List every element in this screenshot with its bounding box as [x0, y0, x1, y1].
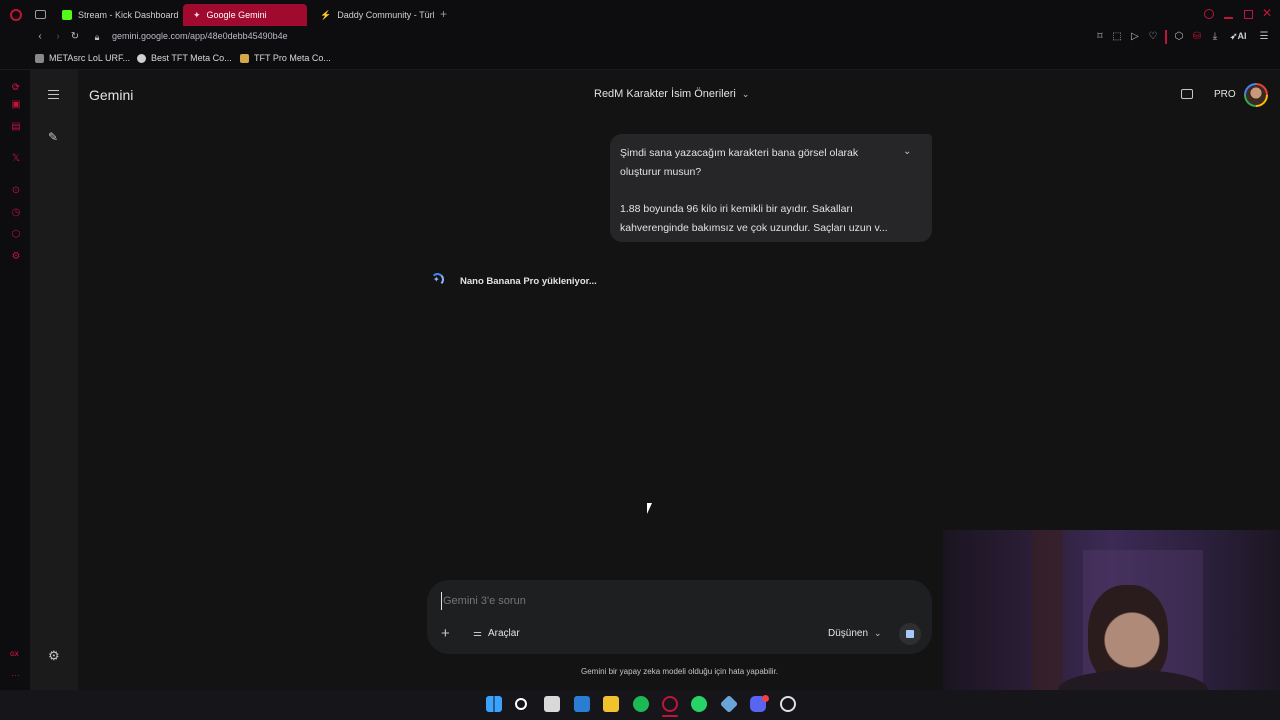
- tab-overview-icon[interactable]: [35, 10, 46, 19]
- gemini-star-icon: ✦: [433, 275, 440, 284]
- aria-ai-button[interactable]: ➶AI: [1230, 31, 1247, 42]
- reload-icon[interactable]: ↻: [69, 31, 81, 43]
- bookmark-label: TFT Pro Meta Co...: [254, 53, 331, 63]
- opera-sidebar: ⟳ ⌂ ▣ ▤ 𝕏 ⊙ ◷ ⬡ ⚙ GX ···: [0, 70, 30, 690]
- mode-selector[interactable]: Düşünen ⌄: [828, 628, 882, 639]
- user-message-line: kahverenginde bakımsız ve çok uzundur. S…: [620, 222, 888, 234]
- gemini-brand[interactable]: Gemini: [89, 87, 133, 103]
- settings-gear-icon[interactable]: ⚙: [48, 649, 60, 662]
- bookmark-best-tft[interactable]: Best TFT Meta Co...: [137, 53, 232, 63]
- pro-badge[interactable]: PRO: [1214, 89, 1236, 100]
- user-message-line: 1.88 boyunda 96 kilo iri kemikli bir ayı…: [620, 203, 853, 215]
- windows-start-icon[interactable]: [486, 696, 502, 712]
- tab-label: Google Gemini: [206, 10, 267, 20]
- tab-label: Stream - Kick Dashboard: [78, 10, 179, 20]
- gx-label[interactable]: GX: [10, 652, 19, 658]
- kick-favicon-icon: [62, 10, 72, 20]
- hamburger-menu-icon[interactable]: [48, 90, 59, 99]
- disclaimer-text: Gemini bir yapay zeka modeli olduğu için…: [581, 667, 778, 676]
- discord-notification-badge: [762, 695, 769, 702]
- tft-pro-favicon-icon: [240, 53, 249, 63]
- sidebar-settings-icon[interactable]: ⚙: [10, 251, 22, 263]
- stop-square-icon: [906, 630, 914, 638]
- user-message-bubble: Şimdi sana yazacağım karakteri bana görs…: [610, 134, 932, 242]
- extensions-icon[interactable]: ⬡: [1173, 31, 1185, 43]
- tab-daddy-community[interactable]: ⚡ Daddy Community - Türkiy: [310, 4, 434, 26]
- chat-title: RedM Karakter İsim Önerileri: [594, 88, 736, 100]
- close-icon[interactable]: ✕: [1262, 7, 1272, 19]
- spotify-icon[interactable]: [633, 696, 649, 712]
- forward-arrow-icon[interactable]: ›: [52, 31, 64, 43]
- community-favicon-icon: ⚡: [320, 9, 332, 20]
- maximize-icon[interactable]: [1244, 10, 1253, 19]
- bookmark-tft-pro[interactable]: TFT Pro Meta Co...: [240, 53, 331, 63]
- file-explorer-icon[interactable]: [603, 696, 619, 712]
- whatsapp-icon[interactable]: [691, 696, 707, 712]
- obs-icon[interactable]: [780, 696, 796, 712]
- tft-favicon-icon: [137, 53, 146, 63]
- active-app-indicator: [662, 715, 678, 717]
- sidebar-kick-icon[interactable]: ▤: [10, 121, 22, 133]
- taskbar-search-icon[interactable]: [515, 698, 527, 710]
- download-icon[interactable]: ⤓: [1209, 31, 1221, 43]
- bookmark-page-icon[interactable]: ⌑: [1094, 31, 1106, 43]
- menu-lines-icon[interactable]: ☰: [1258, 31, 1270, 43]
- gemini-left-rail: [30, 70, 78, 690]
- metasrc-favicon-icon: [35, 53, 44, 63]
- opera-logo-icon[interactable]: [10, 9, 22, 21]
- chevron-down-icon: ⌄: [874, 628, 882, 638]
- webcam-overlay: [943, 530, 1280, 690]
- loading-text: Nano Banana Pro yükleniyor...: [460, 276, 597, 287]
- heart-icon[interactable]: ♡: [1147, 31, 1159, 43]
- snapshot-icon[interactable]: ⬚: [1111, 31, 1123, 43]
- bookmark-label: Best TFT Meta Co...: [151, 53, 232, 63]
- tools-button[interactable]: ⚌ Araçlar: [473, 628, 520, 639]
- tools-sliders-icon: ⚌: [473, 628, 482, 639]
- new-tab-plus-icon[interactable]: +: [440, 8, 447, 20]
- chat-title-dropdown[interactable]: RedM Karakter İsim Önerileri ⌄: [594, 88, 749, 100]
- toolbar-divider: [1165, 30, 1167, 44]
- lock-icon: 🔒︎: [94, 32, 100, 42]
- new-chat-edit-icon[interactable]: ✎: [48, 131, 58, 143]
- player-icon[interactable]: ▷: [1129, 31, 1141, 43]
- chevron-down-icon: ⌄: [741, 88, 750, 99]
- url-field[interactable]: gemini.google.com/app/48e0debb45490b4e: [112, 31, 288, 41]
- sidebar-player-icon[interactable]: ⊙: [10, 185, 22, 197]
- outlook-icon[interactable]: [574, 696, 590, 712]
- mode-label: Düşünen: [828, 628, 869, 639]
- stop-generation-button[interactable]: [899, 623, 921, 645]
- tools-label: Araçlar: [487, 628, 520, 639]
- avatar[interactable]: [1244, 83, 1268, 107]
- sidebar-extensions-icon[interactable]: ⬡: [10, 229, 22, 241]
- sidebar-store-icon[interactable]: ⌂: [10, 82, 22, 94]
- sidebar-history-icon[interactable]: ◷: [10, 207, 22, 219]
- gemini-sparkle-icon: ✦: [193, 9, 201, 20]
- mouse-cursor-icon: [647, 503, 652, 514]
- bookmark-metasrc[interactable]: METAsrc LoL URF...: [35, 53, 130, 63]
- expand-message-chevron-icon[interactable]: ⌄: [903, 146, 911, 157]
- tab-kick-dashboard[interactable]: Stream - Kick Dashboard: [52, 4, 182, 26]
- prompt-input[interactable]: [441, 592, 911, 610]
- search-tabs-icon[interactable]: [1204, 9, 1214, 19]
- microsoft-store-icon[interactable]: [544, 696, 560, 712]
- add-attachment-plus-icon[interactable]: +: [441, 626, 450, 641]
- back-arrow-icon[interactable]: ‹: [34, 31, 46, 43]
- tab-label: Daddy Community - Türkiy: [337, 10, 434, 20]
- bookmarks-bar: METAsrc LoL URF... Best TFT Meta Co... T…: [0, 48, 1280, 70]
- ai-label: AI: [1237, 31, 1247, 41]
- minimize-icon[interactable]: [1224, 17, 1233, 19]
- sidebar-more-icon[interactable]: ···: [11, 670, 20, 680]
- sidebar-x-icon[interactable]: 𝕏: [10, 153, 22, 165]
- wallet-icon[interactable]: ⛁: [1191, 31, 1203, 43]
- user-message-line: oluşturur musun?: [620, 166, 702, 178]
- tab-google-gemini[interactable]: ✦ Google Gemini: [183, 4, 307, 26]
- sidebar-twitch-icon[interactable]: ▣: [10, 99, 22, 111]
- user-message-line: Şimdi sana yazacağım karakteri bana görs…: [620, 147, 859, 159]
- bookmark-label: METAsrc LoL URF...: [49, 53, 131, 63]
- address-bar-row: ‹ › ↻ 🔒︎ gemini.google.com/app/48e0debb4…: [0, 26, 1280, 48]
- opera-gx-taskbar-icon[interactable]: [662, 696, 678, 712]
- print-icon[interactable]: [1181, 89, 1193, 99]
- ai-send-icon: ➶: [1230, 31, 1238, 41]
